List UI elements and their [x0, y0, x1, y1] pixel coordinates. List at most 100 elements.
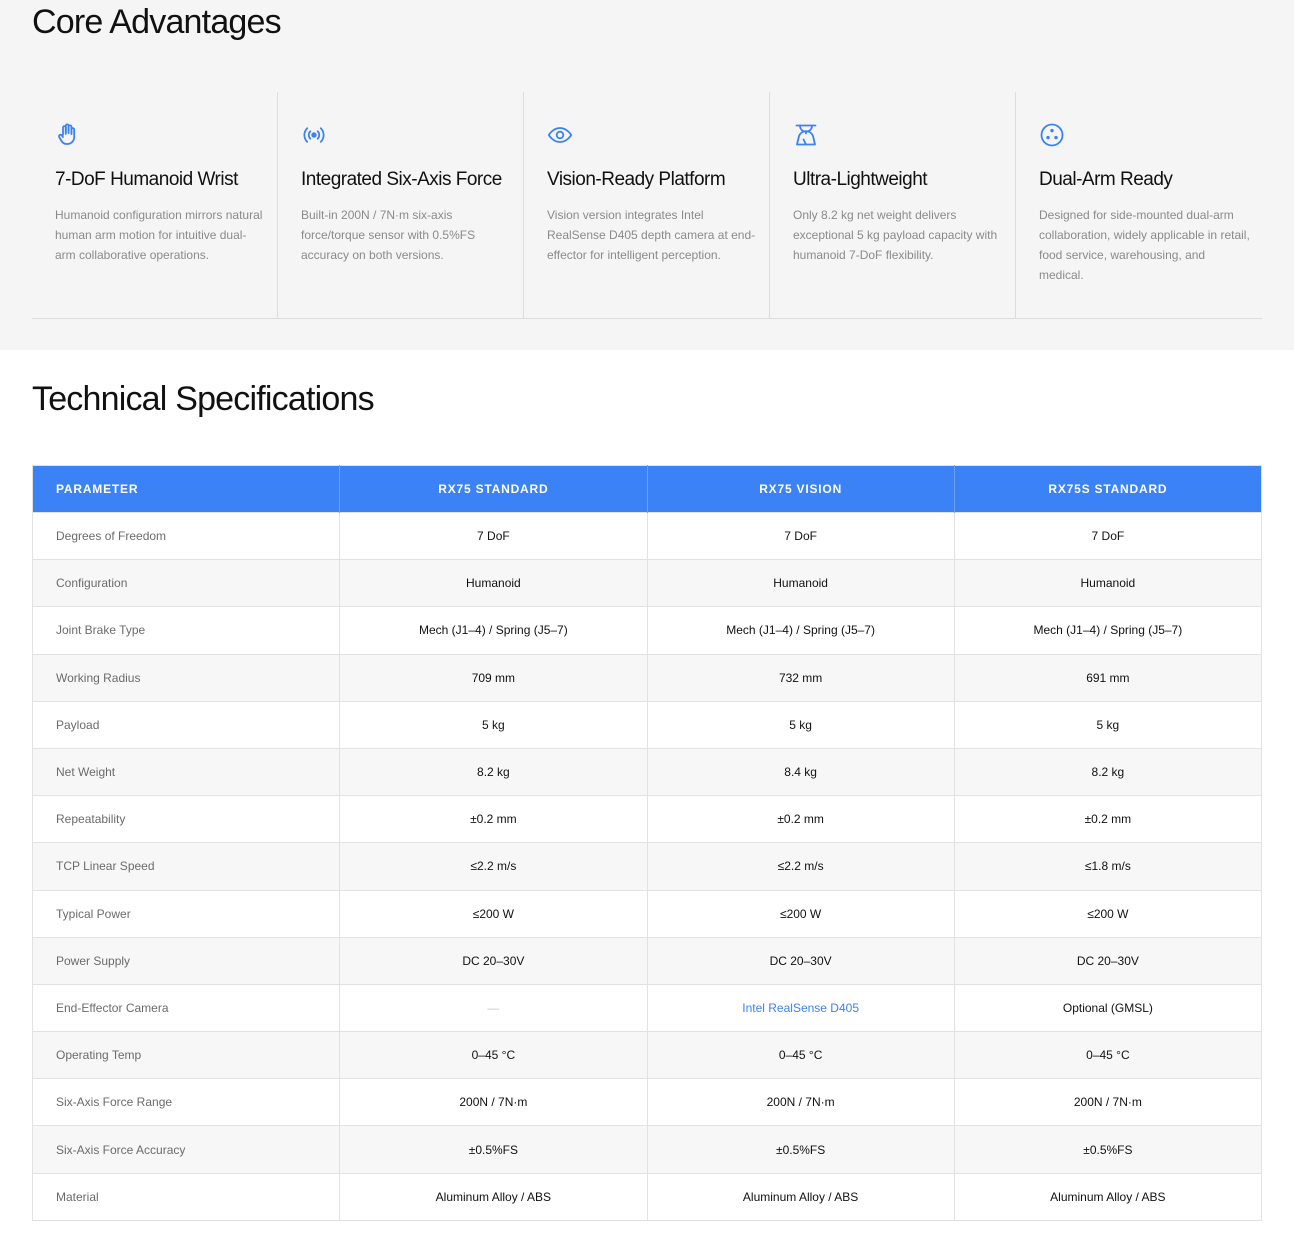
advantage-title: Dual-Arm Ready [1039, 169, 1173, 190]
table-row: Net Weight 8.2 kg 8.4 kg 8.2 kg [32, 747, 1262, 796]
table-row: TCP Linear Speed ≤2.2 m/s ≤2.2 m/s ≤1.8 … [32, 842, 1262, 890]
value-cell: ±0.2 mm [954, 795, 1262, 843]
table-row: Configuration Humanoid Humanoid Humanoid [32, 559, 1262, 607]
table-row: Payload 5 kg 5 kg 5 kg [32, 700, 1262, 749]
value-cell: Mech (J1–4) / Spring (J5–7) [954, 606, 1262, 655]
value-cell: 8.4 kg [647, 747, 955, 796]
table-row: Material Aluminum Alloy / ABS Aluminum A… [32, 1172, 1262, 1221]
parameter-cell: Joint Brake Type [32, 606, 341, 655]
table-row: Six-Axis Force Range 200N / 7N·m 200N / … [32, 1078, 1262, 1126]
advantages-grid: 7-DoF Humanoid Wrist Humanoid configurat… [32, 92, 1262, 319]
advantage-card-ultra-lightweight: Ultra-Lightweight Only 8.2 kg net weight… [770, 92, 1016, 318]
value-cell: ±0.2 mm [339, 795, 648, 843]
value-cell: 709 mm [339, 653, 648, 702]
value-cell: Mech (J1–4) / Spring (J5–7) [339, 606, 648, 655]
technical-specifications-heading: Technical Specifications [32, 380, 375, 418]
advantage-description: Built-in 200N / 7N·m six-axis force/torq… [301, 208, 476, 262]
value-cell: DC 20–30V [339, 936, 648, 985]
advantage-description: Only 8.2 kg net weight delivers exceptio… [793, 208, 998, 262]
value-cell: Humanoid [647, 559, 955, 607]
value-cell: 5 kg [339, 700, 648, 749]
value-cell: 200N / 7N·m [954, 1078, 1262, 1126]
advantage-description: Humanoid configuration mirrors natural h… [55, 208, 263, 262]
column-header-rx75s-standard: RX75S Standard [954, 465, 1262, 513]
camera-link[interactable]: Intel RealSense D405 [647, 983, 955, 1032]
eye-icon [547, 122, 573, 148]
value-cell: ≤1.8 m/s [954, 842, 1262, 890]
value-cell: 732 mm [647, 653, 955, 702]
value-cell: DC 20–30V [647, 936, 955, 985]
value-cell: Aluminum Alloy / ABS [954, 1172, 1262, 1221]
value-cell: 7 DoF [339, 511, 648, 560]
value-cell: ≤2.2 m/s [339, 842, 648, 890]
scale-icon [793, 122, 819, 148]
hand-icon [55, 122, 81, 148]
core-advantages-heading: Core Advantages [32, 3, 282, 41]
table-row: End-Effector Camera — Intel RealSense D4… [32, 983, 1262, 1032]
value-cell: Humanoid [339, 559, 648, 607]
value-cell: Optional (GMSL) [954, 983, 1262, 1032]
value-cell: ≤200 W [954, 889, 1262, 938]
value-cell: DC 20–30V [954, 936, 1262, 985]
parameter-cell: End-Effector Camera [32, 983, 341, 1032]
value-cell: Humanoid [954, 559, 1262, 607]
parameter-cell: Payload [32, 700, 341, 749]
value-cell: ±0.5%FS [339, 1125, 648, 1174]
broadcast-icon [301, 122, 327, 148]
value-cell: ±0.5%FS [647, 1125, 955, 1174]
parameter-cell: Operating Temp [32, 1031, 341, 1079]
spec-table: Parameter RX75 Standard RX75 Vision RX75… [32, 465, 1262, 1221]
parameter-cell: Typical Power [32, 889, 341, 938]
parameter-cell: TCP Linear Speed [32, 842, 341, 890]
table-row: Typical Power ≤200 W ≤200 W ≤200 W [32, 889, 1262, 938]
value-cell: ≤2.2 m/s [647, 842, 955, 890]
value-cell: 8.2 kg [339, 747, 648, 796]
column-header-rx75-standard: RX75 Standard [339, 465, 648, 513]
column-header-rx75-vision: RX75 Vision [647, 465, 955, 513]
value-cell: 5 kg [954, 700, 1262, 749]
parameter-cell: Configuration [32, 559, 341, 607]
table-row: Joint Brake Type Mech (J1–4) / Spring (J… [32, 606, 1262, 655]
advantage-description: Vision version integrates Intel RealSens… [547, 208, 756, 262]
value-cell: Mech (J1–4) / Spring (J5–7) [647, 606, 955, 655]
advantage-title: Integrated Six-Axis Force [301, 169, 502, 190]
value-cell: 5 kg [647, 700, 955, 749]
parameter-cell: Degrees of Freedom [32, 511, 341, 560]
value-cell: ≤200 W [339, 889, 648, 938]
column-header-parameter: Parameter [32, 465, 341, 513]
value-cell: 7 DoF [954, 511, 1262, 560]
parameter-cell: Working Radius [32, 653, 341, 702]
value-cell: 0–45 °C [954, 1031, 1262, 1079]
value-cell: 200N / 7N·m [339, 1078, 648, 1126]
table-row: Power Supply DC 20–30V DC 20–30V DC 20–3… [32, 936, 1262, 985]
parameter-cell: Net Weight [32, 747, 341, 796]
parameter-cell: Material [32, 1172, 341, 1221]
table-row: Working Radius 709 mm 732 mm 691 mm [32, 653, 1262, 702]
parameter-cell: Repeatability [32, 795, 341, 843]
table-row: Operating Temp 0–45 °C 0–45 °C 0–45 °C [32, 1031, 1262, 1079]
value-cell: 0–45 °C [339, 1031, 648, 1079]
value-cell: 200N / 7N·m [647, 1078, 955, 1126]
value-cell: 7 DoF [647, 511, 955, 560]
value-cell: ±0.2 mm [647, 795, 955, 843]
value-cell: 8.2 kg [954, 747, 1262, 796]
value-cell: Aluminum Alloy / ABS [339, 1172, 648, 1221]
advantage-title: Vision-Ready Platform [547, 169, 726, 190]
table-row: Degrees of Freedom 7 DoF 7 DoF 7 DoF [32, 511, 1262, 560]
parameter-cell: Power Supply [32, 936, 341, 985]
parameter-cell: Six-Axis Force Range [32, 1078, 341, 1126]
advantage-title: 7-DoF Humanoid Wrist [55, 169, 238, 190]
parameter-cell: Six-Axis Force Accuracy [32, 1125, 341, 1174]
advantage-description: Designed for side-mounted dual-arm colla… [1039, 208, 1250, 282]
spec-table-header-row: Parameter RX75 Standard RX75 Vision RX75… [32, 465, 1262, 513]
value-cell: ≤200 W [647, 889, 955, 938]
advantage-title: Ultra-Lightweight [793, 169, 928, 190]
value-cell: 0–45 °C [647, 1031, 955, 1079]
advantage-card-dual-arm: Dual-Arm Ready Designed for side-mounted… [1016, 92, 1262, 318]
value-cell: 691 mm [954, 653, 1262, 702]
advantage-card-vision-ready: Vision-Ready Platform Vision version int… [524, 92, 770, 318]
advantage-card-six-axis-force: Integrated Six-Axis Force Built-in 200N … [278, 92, 524, 318]
table-row: Six-Axis Force Accuracy ±0.5%FS ±0.5%FS … [32, 1125, 1262, 1174]
dual-circle-icon [1039, 122, 1065, 148]
core-advantages-section: Core Advantages 7-DoF Humanoid Wrist Hum… [0, 0, 1294, 350]
